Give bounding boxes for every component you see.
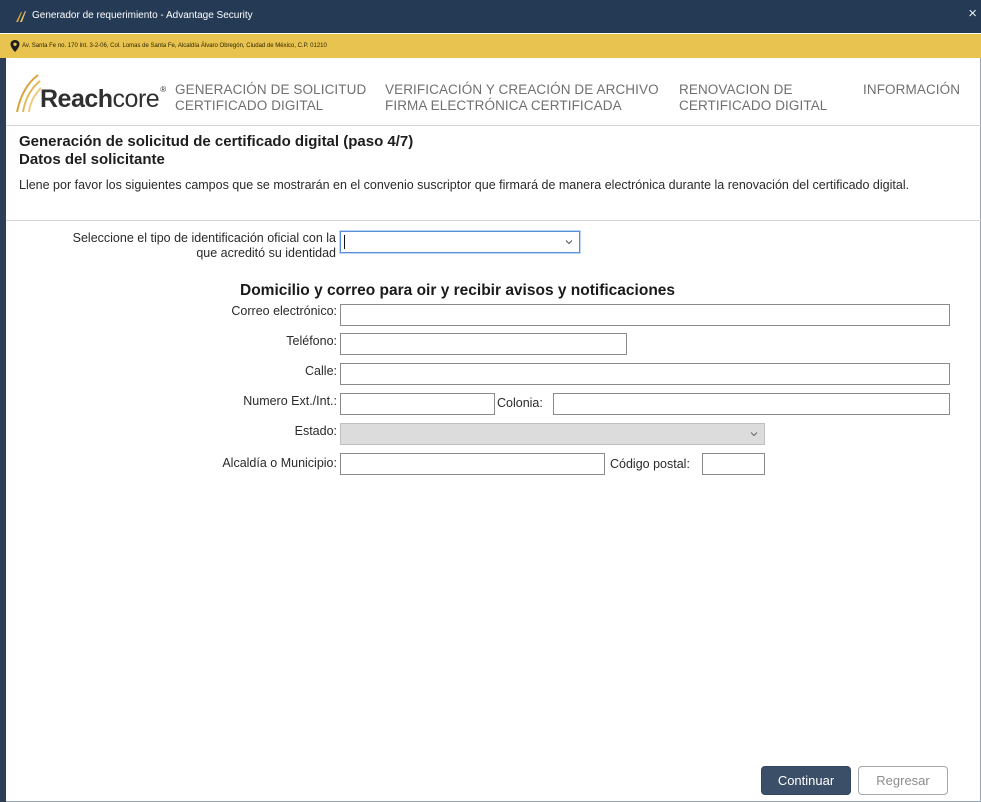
phone-field[interactable] bbox=[340, 333, 627, 355]
address-text: Av. Santa Fe no. 170 Int. 3-2-06, Col. L… bbox=[22, 43, 327, 49]
municipality-label: Alcaldía o Municipio: bbox=[222, 456, 337, 470]
close-icon[interactable]: × bbox=[968, 5, 977, 22]
nav-divider bbox=[6, 125, 981, 126]
address-section-heading: Domicilio y correo para oir y recibir av… bbox=[240, 282, 676, 299]
reachcore-mark-icon bbox=[16, 74, 42, 113]
chevron-down-icon bbox=[750, 432, 758, 437]
colonia-label: Colonia: bbox=[497, 396, 543, 410]
nav-label-line1: GENERACIÓN DE SOLICITUD bbox=[175, 82, 367, 97]
text-cursor bbox=[344, 235, 345, 249]
nav-label-line2: FIRMA ELECTRÓNICA CERTIFICADA bbox=[385, 98, 622, 113]
app-logo-icon bbox=[16, 11, 26, 22]
nav-verificacion-archivo[interactable]: VERIFICACIÓN Y CREACIÓN DE ARCHIVO FIRMA… bbox=[385, 82, 659, 114]
number-field[interactable] bbox=[340, 393, 495, 415]
colonia-field[interactable] bbox=[553, 393, 950, 415]
street-field[interactable] bbox=[340, 363, 950, 385]
location-pin-icon bbox=[10, 40, 20, 52]
state-label: Estado: bbox=[294, 424, 337, 438]
phone-label: Teléfono: bbox=[286, 334, 337, 348]
window-titlebar: Generador de requerimiento - Advantage S… bbox=[0, 0, 981, 33]
nav-informacion[interactable]: INFORMACIÓN bbox=[863, 82, 960, 98]
nav-renovacion-certificado[interactable]: RENOVACION DE CERTIFICADO DIGITAL bbox=[679, 82, 827, 114]
zip-label: Código postal: bbox=[610, 457, 690, 471]
page-subtitle: Datos del solicitante bbox=[19, 151, 165, 168]
brand-name-bold: Reach bbox=[40, 85, 113, 113]
zip-field[interactable] bbox=[702, 453, 765, 475]
id-type-label: Seleccione el tipo de identificación ofi… bbox=[73, 231, 336, 261]
page-title: Generación de solicitud de certificado d… bbox=[19, 133, 414, 150]
municipality-field[interactable] bbox=[340, 453, 605, 475]
id-type-select[interactable] bbox=[340, 231, 580, 253]
nav-label-line2: CERTIFICADO DIGITAL bbox=[175, 98, 324, 113]
nav-generacion-solicitud[interactable]: GENERACIÓN DE SOLICITUD CERTIFICADO DIGI… bbox=[175, 82, 366, 114]
chevron-down-icon bbox=[565, 240, 573, 245]
street-label: Calle: bbox=[305, 364, 337, 378]
email-field[interactable] bbox=[340, 304, 950, 326]
instructions-text: Llene por favor los siguientes campos qu… bbox=[19, 178, 910, 192]
state-select[interactable] bbox=[340, 423, 765, 445]
nav-label-line1: VERIFICACIÓN Y CREACIÓN DE ARCHIVO bbox=[385, 82, 659, 97]
id-type-label-line1: Seleccione el tipo de identificación ofi… bbox=[72, 231, 336, 245]
back-button[interactable]: Regresar bbox=[858, 766, 948, 795]
reachcore-logo[interactable]: Reachcore® bbox=[14, 72, 166, 116]
window-title: Generador de requerimiento - Advantage S… bbox=[32, 10, 253, 21]
nav-label-line1: RENOVACION DE bbox=[679, 82, 793, 97]
nav-label-line2: CERTIFICADO DIGITAL bbox=[679, 98, 828, 113]
address-bar: Av. Santa Fe no. 170 Int. 3-2-06, Col. L… bbox=[0, 34, 981, 58]
content-divider bbox=[6, 220, 981, 221]
left-window-border bbox=[0, 58, 6, 802]
id-type-label-line2: que acreditó su identidad bbox=[196, 246, 336, 260]
nav-label-line1: INFORMACIÓN bbox=[863, 82, 961, 97]
registered-mark: ® bbox=[160, 85, 166, 94]
continue-button[interactable]: Continuar bbox=[761, 766, 851, 795]
number-label: Numero Ext./Int.: bbox=[243, 394, 337, 408]
brand-name-light: core bbox=[112, 85, 160, 113]
email-label: Correo electrónico: bbox=[231, 304, 337, 318]
brand-name: Reachcore® bbox=[40, 85, 166, 114]
